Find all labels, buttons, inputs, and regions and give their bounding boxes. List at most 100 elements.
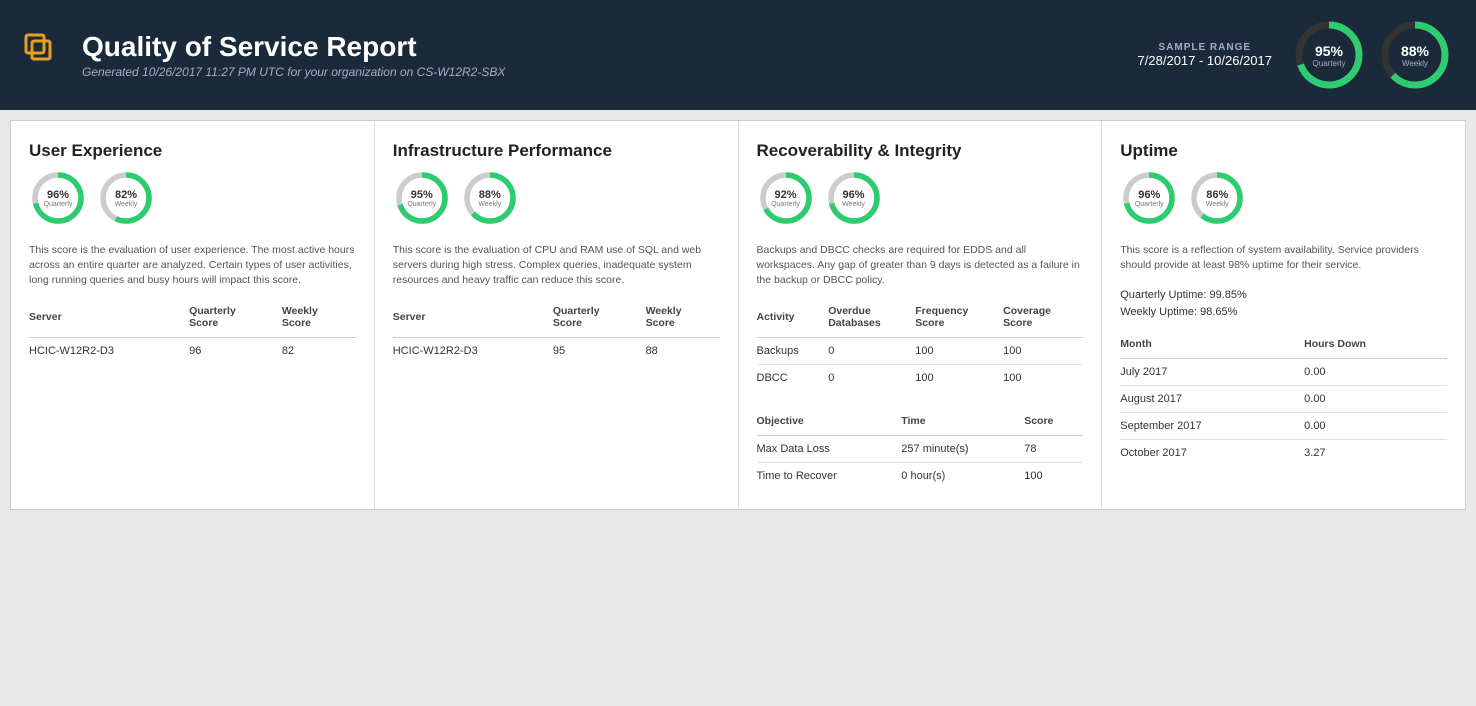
table-row: October 2017 3.27 <box>1120 439 1447 466</box>
table-row: July 2017 0.00 <box>1120 358 1447 385</box>
uptime-month: October 2017 <box>1120 439 1304 466</box>
recoverability-section: Recoverability & Integrity 92% Quarterly <box>739 121 1103 509</box>
header-right: SAMPLE RANGE 7/28/2017 - 10/26/2017 95% … <box>1138 18 1452 92</box>
header-title-block: Quality of Service Report Generated 10/2… <box>82 31 505 79</box>
infra-quarterly-score: 95 <box>553 338 646 365</box>
table-row: September 2017 0.00 <box>1120 412 1447 439</box>
rec-th-overdue: OverdueDatabases <box>828 301 915 338</box>
rec-obj-score: 78 <box>1024 436 1083 463</box>
ue-table: Server QuarterlyScore WeeklyScore HCIC-W… <box>29 301 356 364</box>
uptime-table: Month Hours Down July 2017 0.00August 20… <box>1120 334 1447 466</box>
rec-obj-time: 257 minute(s) <box>901 436 1024 463</box>
ue-desc: This score is the evaluation of user exp… <box>29 243 356 287</box>
rec-title: Recoverability & Integrity <box>757 141 1084 161</box>
rec-th-frequency: FrequencyScore <box>915 301 1003 338</box>
rec-activity: DBCC <box>757 365 829 392</box>
rec-th-coverage: CoverageScore <box>1003 301 1083 338</box>
rec-quarterly-label: 92% Quarterly <box>771 189 800 208</box>
infra-title: Infrastructure Performance <box>393 141 720 161</box>
rec-th-objective: Objective <box>757 411 902 436</box>
uptime-stats: Quarterly Uptime: 99.85% Weekly Uptime: … <box>1120 287 1447 322</box>
uptime-hours: 0.00 <box>1304 412 1447 439</box>
ue-th-quarterly: QuarterlyScore <box>189 301 282 338</box>
uptime-score-row: 96% Quarterly 86% Weekly <box>1120 169 1447 227</box>
uptime-hours: 0.00 <box>1304 358 1447 385</box>
uptime-quarterly-donut: 96% Quarterly <box>1120 169 1178 227</box>
ue-th-weekly: WeeklyScore <box>282 301 356 338</box>
rec-coverage: 100 <box>1003 338 1083 365</box>
uptime-desc: This score is a reflection of system ava… <box>1120 243 1447 272</box>
uptime-month: August 2017 <box>1120 385 1304 412</box>
infra-th-quarterly: QuarterlyScore <box>553 301 646 338</box>
header-score-circles: 95% Quarterly 88% Weekly <box>1292 18 1452 92</box>
uptime-month: July 2017 <box>1120 358 1304 385</box>
rec-th-activity: Activity <box>757 301 829 338</box>
page-header: Quality of Service Report Generated 10/2… <box>0 0 1476 110</box>
uptime-section: Uptime 96% Quarterly 86% We <box>1102 121 1465 509</box>
rec-score-row: 92% Quarterly 96% Weekly <box>757 169 1084 227</box>
table-row: August 2017 0.00 <box>1120 385 1447 412</box>
uptime-hours: 3.27 <box>1304 439 1447 466</box>
infra-quarterly-donut: 95% Quarterly <box>393 169 451 227</box>
rec-weekly-donut: 96% Weekly <box>825 169 883 227</box>
infra-weekly-donut: 88% Weekly <box>461 169 519 227</box>
infra-desc: This score is the evaluation of CPU and … <box>393 243 720 287</box>
rec-obj-time: 0 hour(s) <box>901 463 1024 490</box>
rec-activity-table: Activity OverdueDatabases FrequencyScore… <box>757 301 1084 391</box>
infra-table: Server QuarterlyScore WeeklyScore HCIC-W… <box>393 301 720 364</box>
table-row: HCIC-W12R2-D3 95 88 <box>393 338 720 365</box>
header-quarterly-label: 95% Quarterly <box>1313 43 1346 68</box>
uptime-quarterly-label: 96% Quarterly <box>1135 189 1164 208</box>
rec-frequency: 100 <box>915 365 1003 392</box>
infra-weekly-label: 88% Weekly <box>478 189 501 208</box>
rec-frequency: 100 <box>915 338 1003 365</box>
rec-th-time: Time <box>901 411 1024 436</box>
table-row: Backups 0 100 100 <box>757 338 1084 365</box>
rec-overdue: 0 <box>828 365 915 392</box>
rec-th-score: Score <box>1024 411 1083 436</box>
rec-weekly-label: 96% Weekly <box>842 189 865 208</box>
table-row: Time to Recover 0 hour(s) 100 <box>757 463 1084 490</box>
infra-th-weekly: WeeklyScore <box>646 301 720 338</box>
ue-score-row: 96% Quarterly 82% Weekly <box>29 169 356 227</box>
infrastructure-section: Infrastructure Performance 95% Quarterly <box>375 121 739 509</box>
uptime-th-hours: Hours Down <box>1304 334 1447 359</box>
uptime-th-month: Month <box>1120 334 1304 359</box>
infra-weekly-score: 88 <box>646 338 720 365</box>
ue-quarterly-donut: 96% Quarterly <box>29 169 87 227</box>
user-experience-section: User Experience 96% Quarterly 82% <box>11 121 375 509</box>
rec-quarterly-donut: 92% Quarterly <box>757 169 815 227</box>
weekly-uptime-text: Weekly Uptime: 98.65% <box>1120 304 1447 322</box>
logo-icon <box>24 33 68 77</box>
table-row: Max Data Loss 257 minute(s) 78 <box>757 436 1084 463</box>
main-content: User Experience 96% Quarterly 82% <box>10 120 1466 510</box>
infra-th-server: Server <box>393 301 553 338</box>
uptime-weekly-donut: 86% Weekly <box>1188 169 1246 227</box>
rec-coverage: 100 <box>1003 365 1083 392</box>
ue-quarterly-label: 96% Quarterly <box>44 189 73 208</box>
header-quarterly-donut: 95% Quarterly <box>1292 18 1366 92</box>
rec-objective-table: Objective Time Score Max Data Loss 257 m… <box>757 411 1084 489</box>
rec-activity: Backups <box>757 338 829 365</box>
rec-desc: Backups and DBCC checks are required for… <box>757 243 1084 287</box>
ue-th-server: Server <box>29 301 189 338</box>
header-left: Quality of Service Report Generated 10/2… <box>24 31 505 79</box>
ue-weekly-label: 82% Weekly <box>115 189 138 208</box>
ue-weekly-score: 82 <box>282 338 356 365</box>
header-weekly-label: 88% Weekly <box>1401 43 1429 68</box>
uptime-weekly-label: 86% Weekly <box>1206 189 1229 208</box>
quarterly-uptime-text: Quarterly Uptime: 99.85% <box>1120 287 1447 305</box>
ue-title: User Experience <box>29 141 356 161</box>
rec-obj-name: Max Data Loss <box>757 436 902 463</box>
ue-weekly-donut: 82% Weekly <box>97 169 155 227</box>
table-row: HCIC-W12R2-D3 96 82 <box>29 338 356 365</box>
rec-obj-score: 100 <box>1024 463 1083 490</box>
rec-overdue: 0 <box>828 338 915 365</box>
uptime-hours: 0.00 <box>1304 385 1447 412</box>
sample-range: SAMPLE RANGE 7/28/2017 - 10/26/2017 <box>1138 42 1272 68</box>
infra-score-row: 95% Quarterly 88% Weekly <box>393 169 720 227</box>
page-title: Quality of Service Report <box>82 31 505 63</box>
table-row: DBCC 0 100 100 <box>757 365 1084 392</box>
rec-obj-name: Time to Recover <box>757 463 902 490</box>
sample-range-dates: 7/28/2017 - 10/26/2017 <box>1138 53 1272 68</box>
